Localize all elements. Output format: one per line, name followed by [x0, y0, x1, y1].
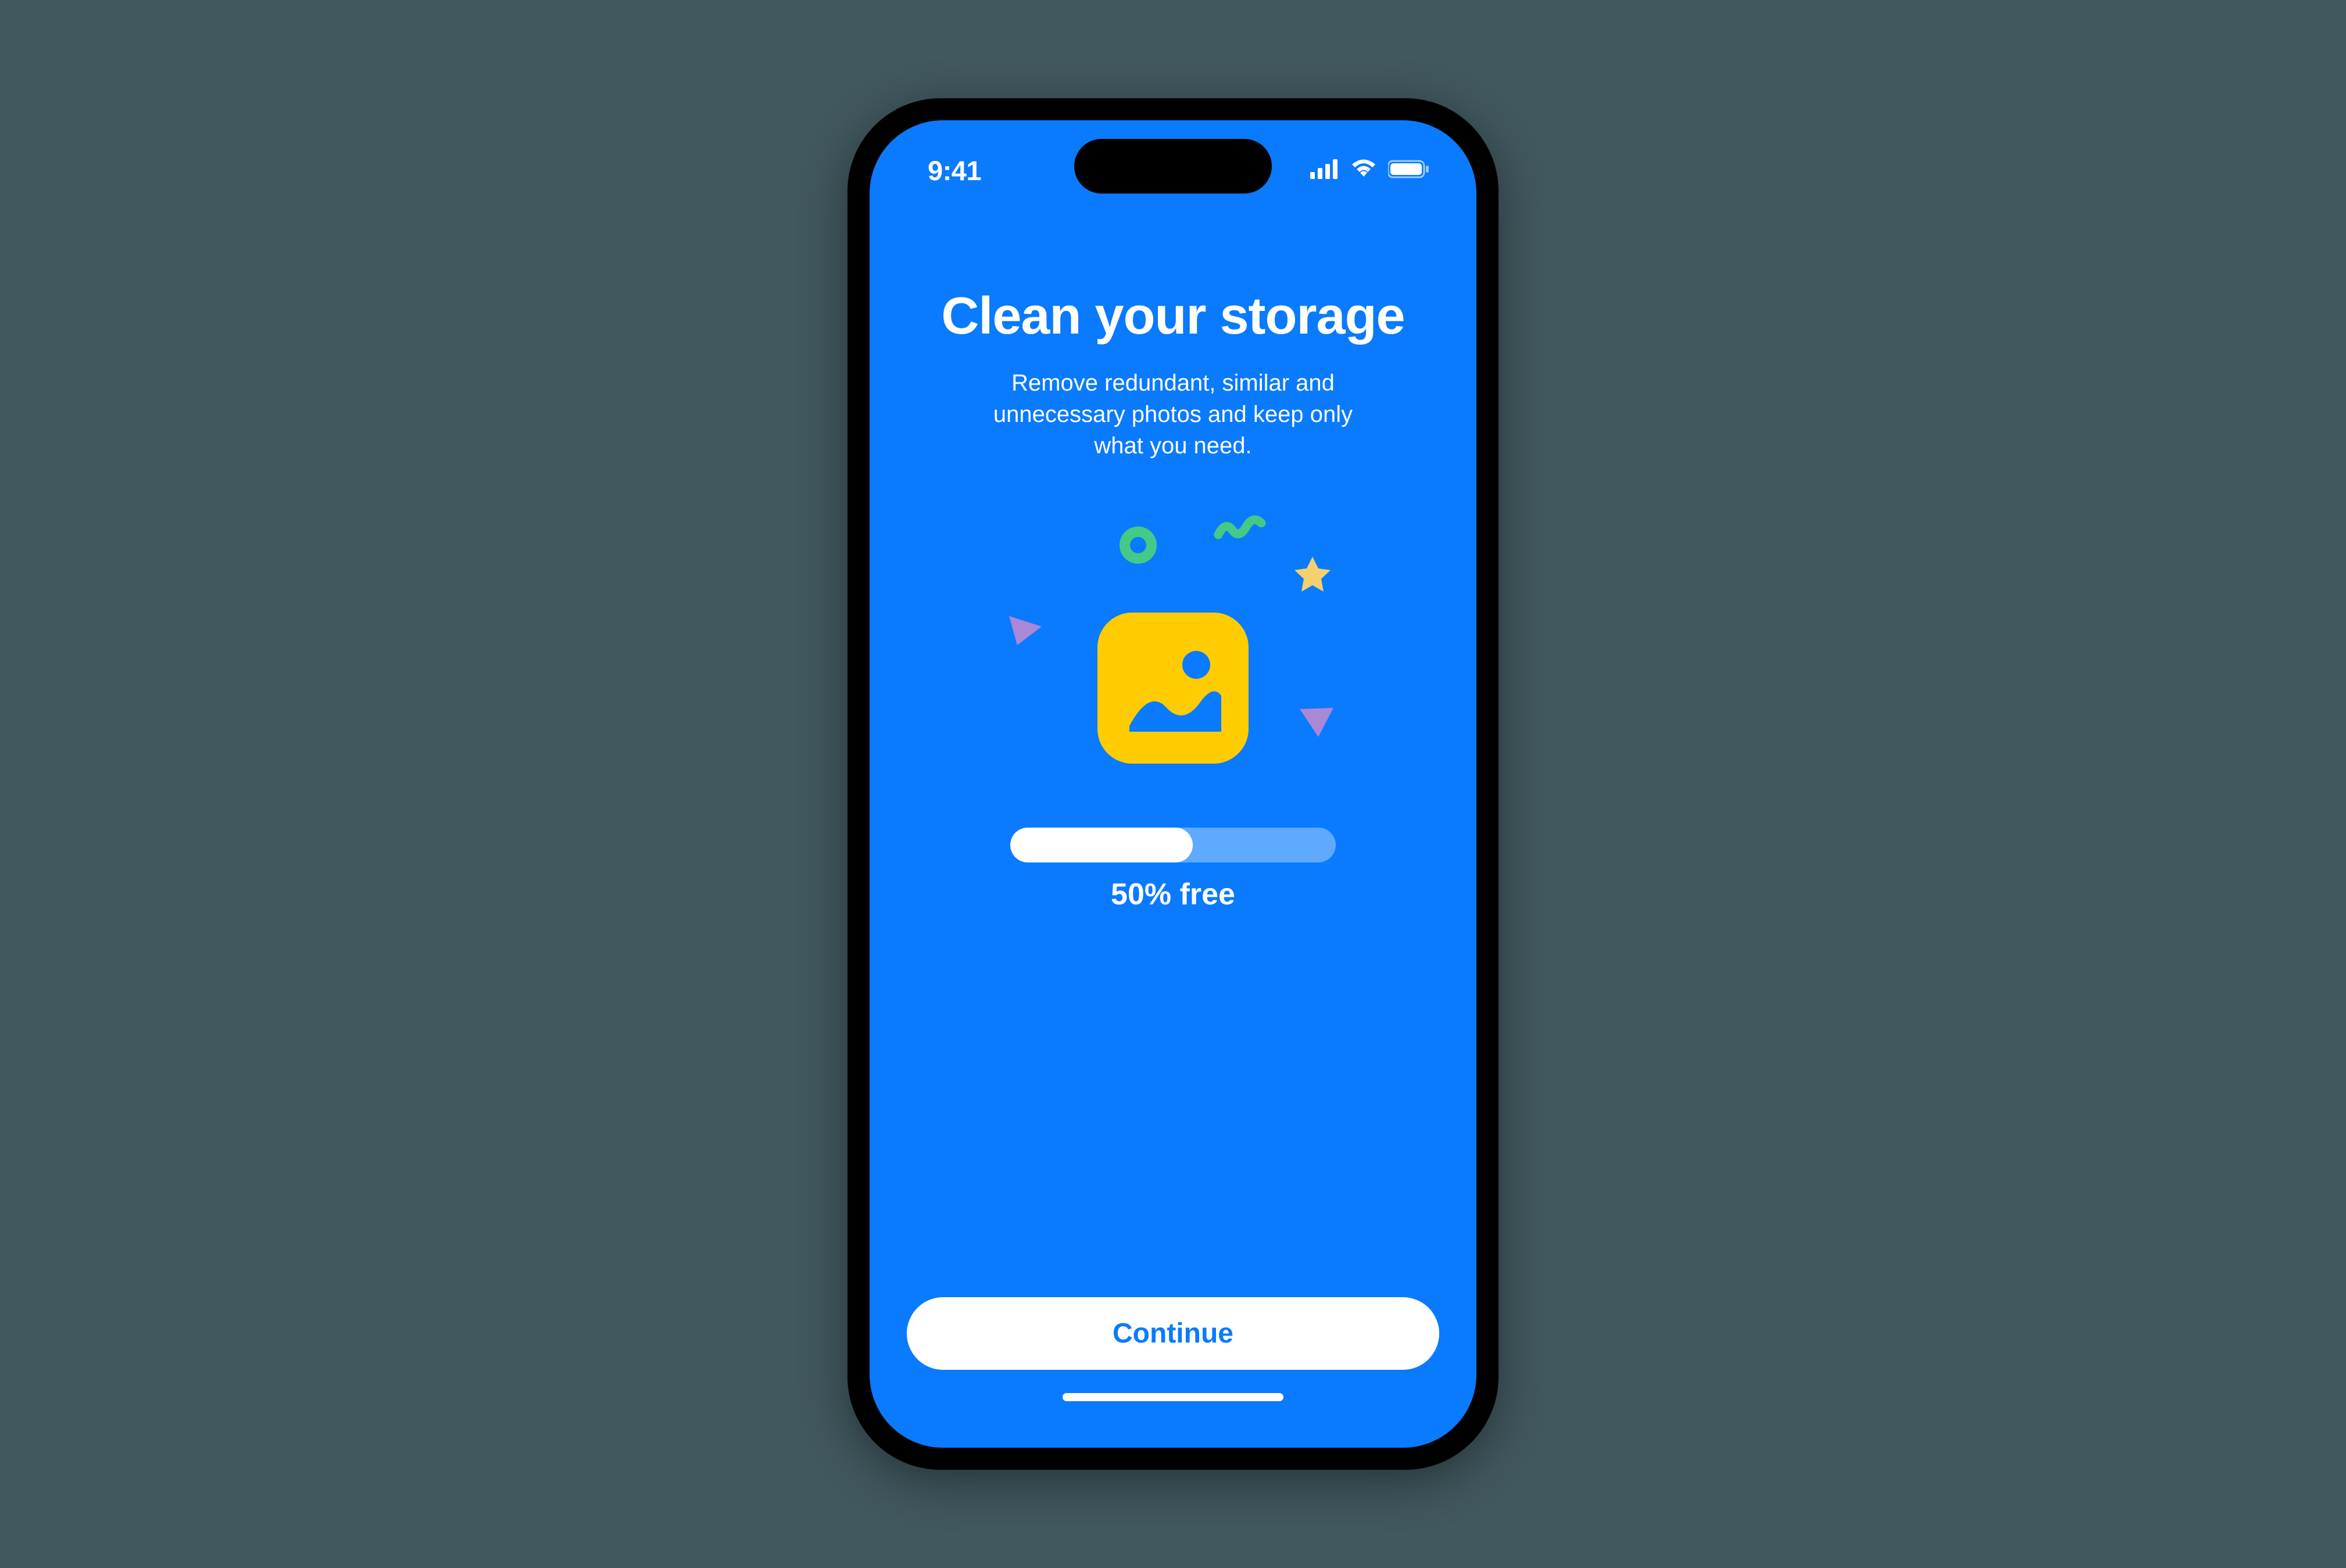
status-time: 9:41: [928, 155, 981, 187]
home-indicator[interactable]: [1063, 1393, 1283, 1401]
dynamic-island: [1074, 139, 1272, 194]
cellular-signal-icon: [1310, 159, 1339, 182]
continue-button[interactable]: Continue: [907, 1297, 1439, 1370]
confetti-squiggle-icon: [1214, 514, 1266, 546]
wifi-icon: [1350, 159, 1378, 182]
confetti-triangle-icon: [1296, 704, 1337, 742]
battery-icon: [1388, 159, 1430, 182]
illustration-group: [970, 514, 1376, 781]
main-content: Clean your storage Remove redundant, sim…: [870, 202, 1476, 1297]
progress-label: 50% free: [1111, 877, 1235, 912]
confetti-circle-icon: [1120, 527, 1157, 564]
phone-device-frame: 9:41: [847, 98, 1499, 1470]
photo-icon: [1097, 613, 1249, 764]
page-subtitle: Remove redundant, similar and unnecessar…: [970, 367, 1376, 461]
confetti-star-icon: [1292, 554, 1333, 598]
progress-bar-fill: [1010, 828, 1193, 862]
page-title: Clean your storage: [941, 289, 1404, 344]
storage-progress: 50% free: [1010, 828, 1336, 912]
bottom-bar: Continue: [870, 1297, 1476, 1448]
progress-bar-track: [1010, 828, 1336, 862]
status-indicators: [1310, 159, 1430, 182]
confetti-triangle-icon: [1004, 613, 1045, 650]
phone-screen: 9:41: [870, 120, 1476, 1448]
